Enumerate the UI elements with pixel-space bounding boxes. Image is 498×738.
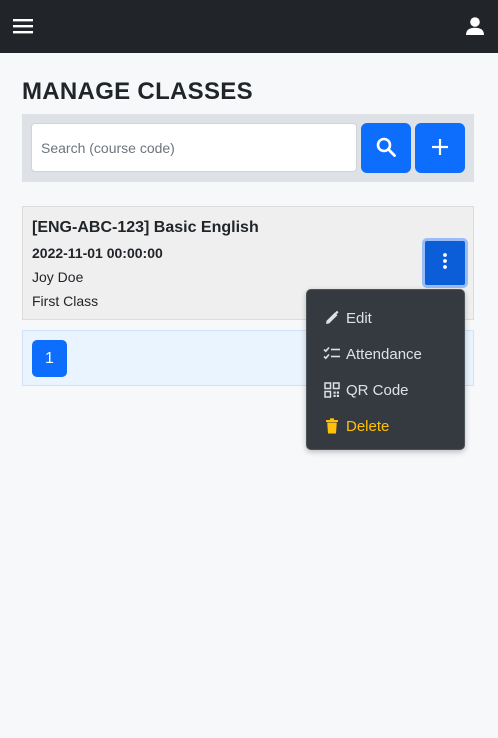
class-title: [ENG-ABC-123] Basic English bbox=[32, 219, 259, 236]
search-icon bbox=[375, 136, 397, 161]
user-account-icon[interactable] bbox=[462, 13, 488, 39]
trash-icon bbox=[323, 417, 341, 435]
class-actions-button[interactable] bbox=[422, 238, 468, 288]
plus-icon bbox=[430, 137, 450, 160]
class-actions-dropdown: Edit Attendance QR Code Delete bbox=[306, 289, 465, 450]
dropdown-item-label: QR Code bbox=[346, 381, 409, 399]
class-teacher: Joy Doe bbox=[32, 269, 84, 285]
dropdown-item-edit[interactable]: Edit bbox=[323, 306, 372, 330]
checklist-icon bbox=[323, 345, 341, 363]
class-name: First Class bbox=[32, 293, 99, 309]
add-class-button[interactable] bbox=[415, 123, 465, 173]
top-navbar bbox=[0, 0, 498, 53]
pencil-icon bbox=[323, 309, 341, 327]
search-input[interactable] bbox=[31, 123, 357, 172]
page-button-1[interactable]: 1 bbox=[32, 340, 67, 377]
kebab-menu-icon bbox=[442, 252, 448, 275]
search-bar bbox=[22, 114, 474, 182]
search-button[interactable] bbox=[361, 123, 411, 173]
dropdown-item-label: Delete bbox=[346, 417, 390, 435]
dropdown-item-label: Edit bbox=[346, 309, 372, 327]
qr-code-icon bbox=[323, 381, 341, 399]
dropdown-item-delete[interactable]: Delete bbox=[323, 414, 389, 438]
dropdown-item-attendance[interactable]: Attendance bbox=[323, 342, 422, 366]
class-datetime: 2022-11-01 00:00:00 bbox=[32, 245, 163, 261]
dropdown-item-qr-code[interactable]: QR Code bbox=[323, 378, 409, 402]
page-title: MANAGE CLASSES bbox=[22, 78, 253, 105]
hamburger-menu-icon[interactable] bbox=[10, 13, 36, 39]
dropdown-item-label: Attendance bbox=[346, 345, 422, 363]
